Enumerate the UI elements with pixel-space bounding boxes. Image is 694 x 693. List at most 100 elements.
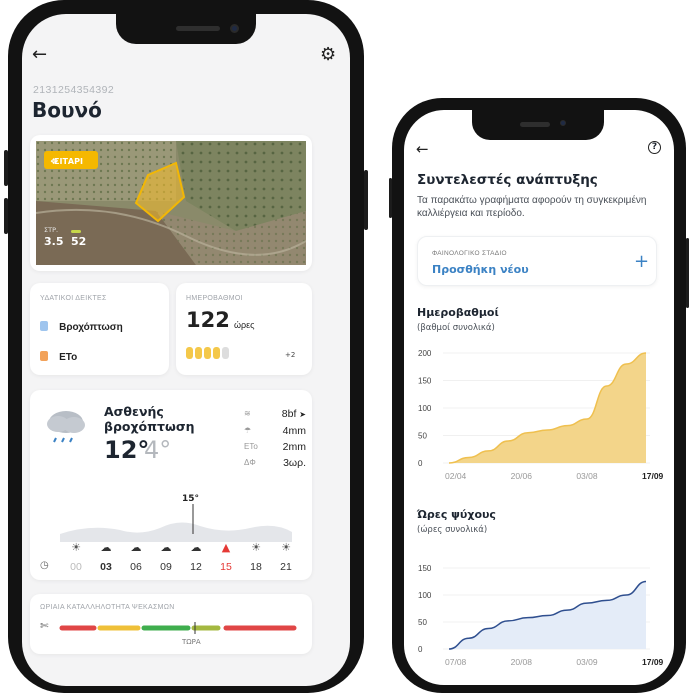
area-label: ΣΤΡ. [44, 226, 59, 234]
temp-high: 12° [104, 436, 150, 464]
sun-icon: ☀ [71, 541, 81, 554]
weather-card[interactable]: Ασθενής βροχόπτωση 12° 4° ≋ 8bf ➤ ☂ 4mm ET… [30, 390, 312, 580]
volume-up-button [4, 150, 8, 186]
degree-days-chart: 200 150 100 50 0 02/04 20/06 03/08 17/09 [418, 349, 664, 481]
back-arrow-icon[interactable]: ← [32, 44, 47, 65]
chart1-title: Ημεροβαθμοί [417, 306, 499, 319]
volume-down-button [4, 198, 8, 234]
sun-icon: ☀ [281, 541, 291, 554]
peak-temp: 15° [182, 494, 200, 504]
hour-label[interactable]: 15 [216, 561, 236, 573]
y-tick-label: 150 [418, 564, 432, 573]
area-value: 3.5 [44, 235, 64, 248]
rain-value: 4mm [282, 425, 306, 437]
spray-suitability-card[interactable]: ΩΡΙΑΙΑ ΚΑΤΑΛΛΗΛΟΤΗΤΑ ΨΕΚΑΣΜΩΝ ✄ ΤΩΡΑ [30, 594, 312, 654]
chill-hours-chart: 150 100 50 0 07/08 20/08 03/09 17/09 [418, 564, 664, 667]
eto-label: ETo [59, 352, 78, 363]
right-volume-button [389, 178, 392, 218]
y-tick-label: 150 [418, 377, 432, 386]
chart2-title: Ώρες ψύχους [417, 508, 496, 521]
degree-days-card[interactable]: ΗΜΕΡΟΒΑΘΜΟΙ 122 ώρες +2 [176, 283, 312, 375]
y-tick-label: 100 [418, 404, 432, 413]
rain-drop-icon: ☂ [244, 426, 252, 435]
left-speaker [176, 26, 220, 31]
x-tick-label: 03/09 [576, 657, 598, 667]
right-power-button [686, 238, 689, 308]
chart1-subtitle: (βαθμοί συνολικά) [417, 323, 495, 333]
phenology-card[interactable]: ΦΑΙΝΟΛΟΓΙΚΟ ΣΤΑΔΙΟ Προσθήκη νέου + [417, 236, 657, 286]
eto-legend [40, 350, 48, 361]
weather-condition: Ασθενής βροχόπτωση [104, 404, 195, 434]
crop-badge: ΣΙΤΑΡΙ [54, 157, 83, 166]
cloud-rain-icon: ☁ [160, 541, 172, 554]
right-speaker [520, 122, 550, 127]
left-camera [230, 24, 239, 33]
eto-value: 2mm [282, 441, 306, 453]
hour-label[interactable]: 03 [96, 561, 116, 573]
water-indices-card[interactable]: ΥΔΑΤΙΚΟΙ ΔΕΙΚΤΕΣ Βροχόπτωση ETo [30, 283, 169, 375]
map-card[interactable]: ❖ ΣΙΤΑΡΙ ΣΤΡ. 3.5 52 [30, 135, 312, 271]
x-tick-label: 02/04 [445, 471, 467, 481]
water-card-title: ΥΔΑΤΙΚΟΙ ΔΕΙΚΤΕΣ [40, 295, 107, 302]
eto-icon: ETo [244, 442, 258, 451]
wind-value: 8bf [281, 408, 297, 420]
back-arrow-icon[interactable]: ← [416, 140, 429, 158]
chart2-subtitle: (ώρες συνολικά) [417, 525, 488, 535]
page-title: Συντελεστές ανάπτυξης [417, 172, 598, 188]
sprayer-icon: ✄ [40, 621, 49, 632]
rainfall-label: Βροχόπτωση [59, 322, 123, 333]
y-tick-label: 0 [418, 645, 423, 654]
hour-label[interactable]: 00 [66, 561, 86, 573]
clock-icon: ◷ [40, 560, 49, 571]
x-tick-label: 17/09 [642, 471, 664, 481]
weather-stats: ≋ 8bf ➤ ☂ 4mm ETo 2mm ΔΦ 3ωρ. [244, 406, 306, 471]
degree-days-pills [186, 347, 229, 359]
delta-phi-value: 3ωρ. [283, 457, 306, 469]
delta-phi-icon: ΔΦ [244, 458, 256, 467]
cloud-icon: ☁ [130, 541, 142, 554]
spray-title: ΩΡΙΑΙΑ ΚΑΤΑΛΛΗΛΟΤΗΤΑ ΨΕΚΑΣΜΩΝ [40, 604, 175, 611]
x-tick-label: 20/08 [511, 657, 533, 667]
right-phone-frame: ← ? Συντελεστές ανάπτυξης Τα παρακάτω γρ… [389, 98, 689, 693]
settings-gear-icon[interactable]: ⚙ [320, 44, 336, 65]
spray-suitability-bar [59, 622, 297, 634]
hour-label[interactable]: 12 [186, 561, 206, 573]
help-icon[interactable]: ? [648, 141, 661, 154]
y-tick-label: 50 [418, 618, 427, 627]
x-tick-label: 17/09 [642, 657, 664, 667]
add-new-link[interactable]: Προσθήκη νέου [432, 263, 529, 276]
temperature-curve [60, 504, 292, 542]
cloud-icon: ☁ [100, 541, 112, 554]
right-screen: ← ? Συντελεστές ανάπτυξης Τα παρακάτω γρ… [404, 110, 674, 685]
wind-icon: ≋ [244, 409, 251, 418]
y-tick-label: 50 [418, 432, 427, 441]
left-phone-frame: ← ⚙ 2131254354392 Βουνό ❖ ΣΙΤΑΡΙ ΣΤΡ. 3.… [4, 0, 368, 693]
y-tick-label: 100 [418, 591, 432, 600]
right-camera [560, 120, 566, 126]
hour-label[interactable]: 18 [246, 561, 266, 573]
second-value: 52 [71, 235, 87, 248]
cloud-icon: ☁ [190, 541, 202, 554]
x-tick-label: 07/08 [445, 657, 467, 667]
y-tick-label: 200 [418, 349, 432, 358]
wind-direction-icon: ➤ [299, 410, 306, 419]
left-screen: ← ⚙ 2131254354392 Βουνό ❖ ΣΙΤΑΡΙ ΣΤΡ. 3.… [22, 14, 350, 686]
phenology-label: ΦΑΙΝΟΛΟΓΙΚΟ ΣΤΑΔΙΟ [432, 250, 507, 257]
now-label: ΤΩΡΑ [182, 638, 201, 646]
degree-days-unit: ώρες [234, 320, 255, 330]
x-tick-label: 03/08 [576, 471, 598, 481]
add-plus-icon[interactable]: + [634, 251, 649, 272]
field-name: Βουνό [32, 98, 102, 122]
rainfall-legend [40, 320, 48, 331]
field-id: 2131254354392 [33, 84, 115, 96]
hour-label[interactable]: 09 [156, 561, 176, 573]
hour-label[interactable]: 21 [276, 561, 296, 573]
x-tick-label: 20/06 [511, 471, 533, 481]
degree-days-value: 122 [186, 308, 230, 332]
degree-days-title: ΗΜΕΡΟΒΑΘΜΟΙ [186, 295, 243, 302]
power-button [364, 170, 368, 230]
temp-low: 4° [144, 436, 172, 464]
hour-label[interactable]: 06 [126, 561, 146, 573]
page-subtitle: Τα παρακάτω γραφήματα αφορούν τη συγκεκρ… [417, 195, 647, 219]
green-marker [71, 230, 81, 233]
